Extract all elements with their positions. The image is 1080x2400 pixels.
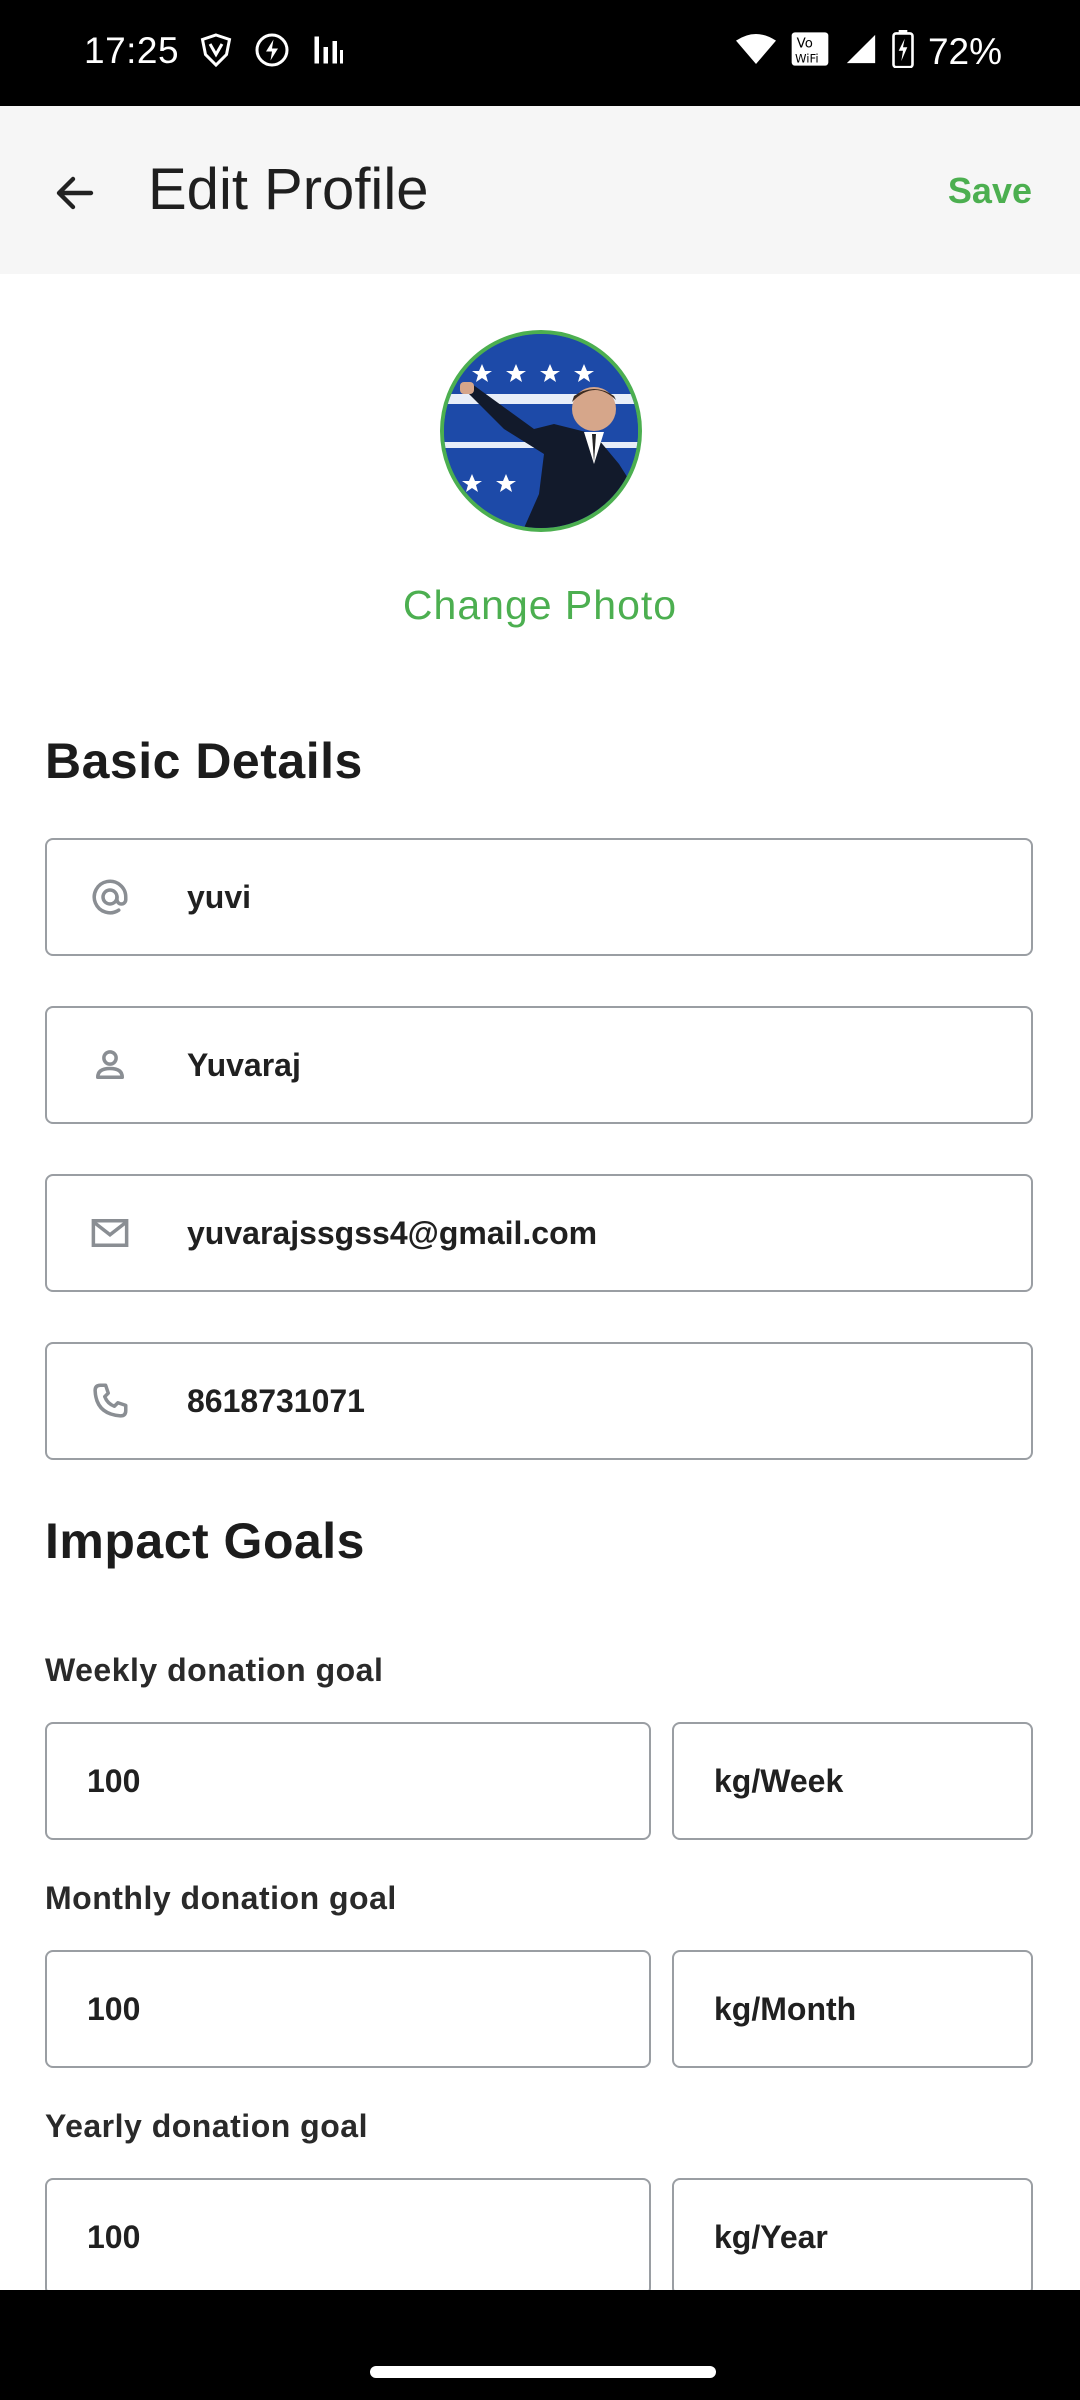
vpn-shield-icon [198,32,234,73]
yearly-goal-unit[interactable]: kg/Year [672,2178,1033,2296]
monthly-goal-label: Monthly donation goal [45,1880,397,1916]
yearly-goal-value: 100 [87,2218,141,2255]
at-sign-icon [89,876,169,918]
weekly-goal-value: 100 [87,1762,141,1799]
email-value: yuvarajssgss4@gmail.com [187,1214,598,1251]
svg-text:WiFi: WiFi [795,51,819,65]
weekly-goal-unit[interactable]: kg/Week [672,1722,1033,1840]
page-title: Edit Profile [148,157,429,222]
monthly-goal-value: 100 [87,1990,141,2027]
username-value: yuvi [187,878,252,915]
phone-field[interactable]: 8618731071 [45,1342,1033,1460]
bolt-icon [254,32,290,73]
impact-goals-title: Impact Goals [45,1513,365,1569]
save-button[interactable]: Save [948,170,1032,212]
basic-details-title: Basic Details [45,733,363,789]
wifi-icon [735,31,776,72]
yearly-goal-label: Yearly donation goal [45,2108,368,2144]
weekly-goal-unit-label: kg/Week [714,1762,844,1799]
status-bar: 17:25 Vo WiFi 72% [0,0,1080,106]
name-field[interactable]: Yuvaraj [45,1006,1033,1124]
signal-bars-icon [310,32,346,73]
name-value: Yuvaraj [187,1046,301,1083]
weekly-goal-input[interactable]: 100 [45,1722,651,1840]
yearly-goal-input[interactable]: 100 [45,2178,651,2296]
change-photo-button[interactable]: Change Photo [0,582,1080,629]
gesture-handle[interactable] [370,2366,716,2378]
monthly-goal-unit-label: kg/Month [714,1990,857,2027]
system-navigation-bar [0,2290,1080,2400]
monthly-goal-unit[interactable]: kg/Month [672,1950,1033,2068]
weekly-goal-label: Weekly donation goal [45,1652,384,1688]
avatar-image [444,334,638,528]
cell-signal-icon [844,32,878,71]
battery-percentage: 72% [927,30,1002,72]
monthly-goal-input[interactable]: 100 [45,1950,651,2068]
person-icon [89,1044,169,1086]
status-time: 17:25 [84,30,180,71]
mail-icon [89,1212,169,1254]
vowifi-icon: Vo WiFi [790,30,830,73]
profile-avatar[interactable] [440,330,642,532]
app-bar: Edit Profile Save [0,106,1080,274]
yearly-goal-unit-label: kg/Year [714,2218,828,2255]
username-field[interactable]: yuvi [45,838,1033,956]
phone-value: 8618731071 [187,1382,365,1419]
phone-icon [89,1380,169,1422]
svg-text:Vo: Vo [797,36,813,51]
back-button[interactable] [40,160,110,230]
arrow-back-icon [51,169,99,222]
email-field[interactable]: yuvarajssgss4@gmail.com [45,1174,1033,1292]
battery-charging-icon [892,30,914,73]
